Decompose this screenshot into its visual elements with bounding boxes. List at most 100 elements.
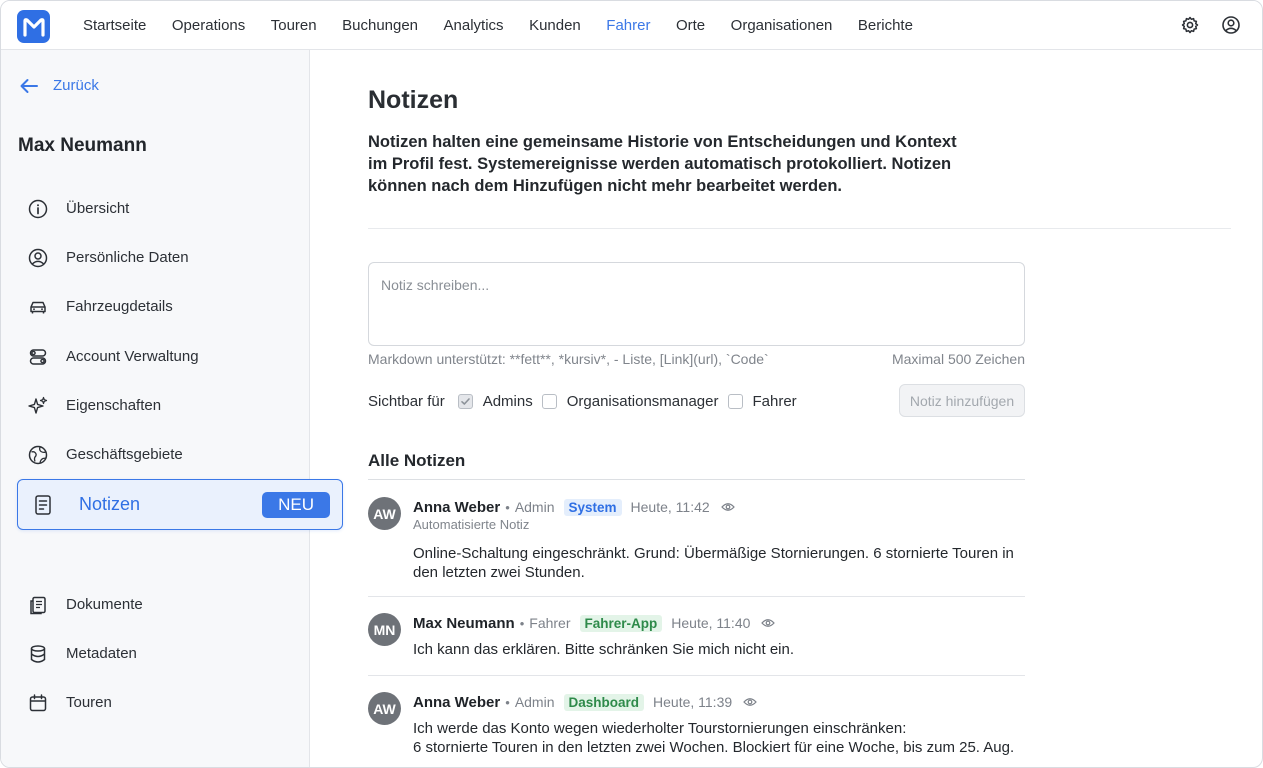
top-navigation: Startseite Operations Touren Buchungen A… bbox=[1, 1, 1262, 50]
nav-item-touren[interactable]: Touren bbox=[271, 17, 317, 34]
checkbox-admins[interactable] bbox=[457, 393, 473, 409]
sidebar-item-touren[interactable]: Touren bbox=[1, 678, 310, 727]
main-content: Notizen Notizen halten eine gemeinsame H… bbox=[311, 50, 1262, 767]
checkbox-label: Fahrer bbox=[752, 392, 797, 410]
source-tag: Dashboard bbox=[563, 693, 645, 711]
divider bbox=[368, 479, 1025, 480]
note-author: Anna Weber bbox=[413, 498, 501, 516]
checkbox-organisationsmanager[interactable] bbox=[541, 393, 557, 409]
max-chars-hint: Maximal 500 Zeichen bbox=[891, 351, 1025, 367]
nav-item-kunden[interactable]: Kunden bbox=[529, 17, 581, 34]
app-logo[interactable] bbox=[17, 10, 50, 43]
logo-m-icon bbox=[22, 17, 45, 37]
eye-icon[interactable] bbox=[743, 695, 757, 709]
eye-icon[interactable] bbox=[720, 500, 735, 514]
note-time: Heute, 11:42 bbox=[630, 499, 710, 515]
nav-item-fahrer[interactable]: Fahrer bbox=[606, 17, 650, 34]
documents-icon bbox=[27, 594, 49, 616]
checkbox-label: Organisationsmanager bbox=[566, 392, 719, 410]
avatar: MN bbox=[368, 613, 401, 646]
driver-name: Max Neumann bbox=[18, 135, 147, 156]
separator-dot: • bbox=[505, 499, 510, 515]
note-meta: Max Neumann • Fahrer Fahrer-App Heute, 1… bbox=[413, 613, 776, 633]
back-label: Zurück bbox=[53, 77, 99, 94]
sidebar-item-label: Geschäftsgebiete bbox=[66, 446, 183, 463]
user-account-icon[interactable] bbox=[1221, 15, 1241, 35]
note-item: AW Anna Weber • Admin System Heute, 11:4… bbox=[368, 497, 1025, 597]
note-role: Fahrer bbox=[529, 615, 571, 631]
note-time: Heute, 11:39 bbox=[653, 694, 733, 710]
source-tag: System bbox=[563, 498, 622, 516]
divider bbox=[368, 675, 1025, 676]
sidebar-item-persoenliche-daten[interactable]: Persönliche Daten bbox=[1, 233, 310, 282]
user-circle-icon bbox=[27, 247, 49, 269]
note-meta: Anna Weber • Admin Dashboard Heute, 11:3… bbox=[413, 692, 757, 712]
database-icon bbox=[27, 643, 49, 665]
note-role: Admin bbox=[514, 499, 555, 515]
divider bbox=[368, 228, 1231, 229]
note-role: Admin bbox=[514, 694, 555, 710]
note-subtitle: Automatisierte Notiz bbox=[413, 517, 530, 532]
sidebar-item-label: Dokumente bbox=[66, 596, 143, 613]
sidebar-item-label: Persönliche Daten bbox=[66, 249, 189, 266]
nav-item-orte[interactable]: Orte bbox=[676, 17, 705, 34]
note-meta: Anna Weber • Admin System Heute, 11:42 bbox=[413, 497, 735, 517]
sidebar-item-geschaeftsgebiete[interactable]: Geschäftsgebiete bbox=[1, 430, 310, 479]
source-tag: Fahrer-App bbox=[579, 614, 663, 632]
avatar: AW bbox=[368, 692, 401, 725]
note-input[interactable] bbox=[368, 262, 1025, 346]
sidebar-item-label: Metadaten bbox=[66, 645, 137, 662]
note-body-line: Ich werde das Konto wegen wiederholter T… bbox=[413, 720, 907, 737]
note-body-line: 6 stornierte Touren in den letzten zwei … bbox=[413, 739, 1015, 756]
note-author: Max Neumann bbox=[413, 614, 515, 632]
nav-item-organisationen[interactable]: Organisationen bbox=[731, 17, 833, 34]
eye-icon[interactable] bbox=[761, 616, 776, 630]
sidebar: Zurück Max Neumann Übersicht Persönliche… bbox=[1, 50, 343, 767]
intro-text: Notizen halten eine gemeinsame Historie … bbox=[368, 133, 957, 195]
note-item: MN Max Neumann • Fahrer Fahrer-App Heute… bbox=[368, 613, 1025, 676]
main-nav: Startseite Operations Touren Buchungen A… bbox=[83, 1, 938, 50]
info-icon bbox=[27, 198, 49, 220]
nav-item-berichte[interactable]: Berichte bbox=[858, 17, 913, 34]
sidebar-item-metadaten[interactable]: Metadaten bbox=[1, 629, 310, 678]
nav-item-analytics[interactable]: Analytics bbox=[444, 17, 504, 34]
page-title: Notizen bbox=[368, 86, 459, 114]
divider bbox=[368, 596, 1025, 597]
sidebar-item-label: Übersicht bbox=[66, 200, 130, 217]
document-icon bbox=[32, 494, 54, 516]
note-body: Ich werde das Konto wegen wiederholter T… bbox=[413, 719, 1023, 757]
nav-item-startseite[interactable]: Startseite bbox=[83, 17, 146, 34]
globe-icon bbox=[27, 444, 49, 466]
visibility-row: Sichtbar für Admins Organisationsmanager… bbox=[368, 385, 806, 417]
checkbox-label: Admins bbox=[482, 392, 533, 410]
nav-item-operations[interactable]: Operations bbox=[172, 17, 245, 34]
note-item: AW Anna Weber • Admin Dashboard Heute, 1… bbox=[368, 692, 1025, 762]
sidebar-item-fahrzeugdetails[interactable]: Fahrzeugdetails bbox=[1, 282, 310, 331]
back-link[interactable]: Zurück bbox=[19, 77, 99, 94]
note-author: Anna Weber bbox=[413, 693, 501, 711]
settings-gear-icon[interactable] bbox=[1180, 15, 1200, 35]
sparkles-icon bbox=[27, 395, 49, 417]
sidebar-item-eigenschaften[interactable]: Eigenschaften bbox=[1, 381, 310, 430]
sidebar-item-notizen[interactable]: Notizen NEU bbox=[17, 479, 343, 530]
add-note-button[interactable]: Notiz hinzufügen bbox=[899, 384, 1025, 417]
sidebar-item-label: Account Verwaltung bbox=[66, 348, 199, 365]
check-icon bbox=[460, 397, 470, 405]
nav-item-buchungen[interactable]: Buchungen bbox=[342, 17, 418, 34]
markdown-hint: Markdown unterstützt: **fett**, *kursiv*… bbox=[368, 351, 769, 367]
calendar-icon bbox=[27, 692, 49, 714]
all-notes-title: Alle Notizen bbox=[368, 451, 466, 470]
sidebar-item-label: Fahrzeugdetails bbox=[66, 298, 173, 315]
sidebar-item-label: Touren bbox=[66, 694, 112, 711]
sidebar-item-uebersicht[interactable]: Übersicht bbox=[1, 184, 310, 233]
sidebar-item-account-verwaltung[interactable]: Account Verwaltung bbox=[1, 332, 310, 381]
separator-dot: • bbox=[519, 615, 525, 631]
car-icon bbox=[27, 296, 49, 318]
note-time: Heute, 11:40 bbox=[671, 615, 751, 631]
avatar: AW bbox=[368, 497, 401, 530]
checkbox-fahrer[interactable] bbox=[727, 393, 743, 409]
sidebar-item-label: Eigenschaften bbox=[66, 397, 162, 414]
sidebar-item-dokumente[interactable]: Dokumente bbox=[1, 580, 310, 629]
app-window: Startseite Operations Touren Buchungen A… bbox=[0, 0, 1263, 768]
note-body: Ich kann das erklären. Bitte schränken S… bbox=[413, 641, 795, 658]
